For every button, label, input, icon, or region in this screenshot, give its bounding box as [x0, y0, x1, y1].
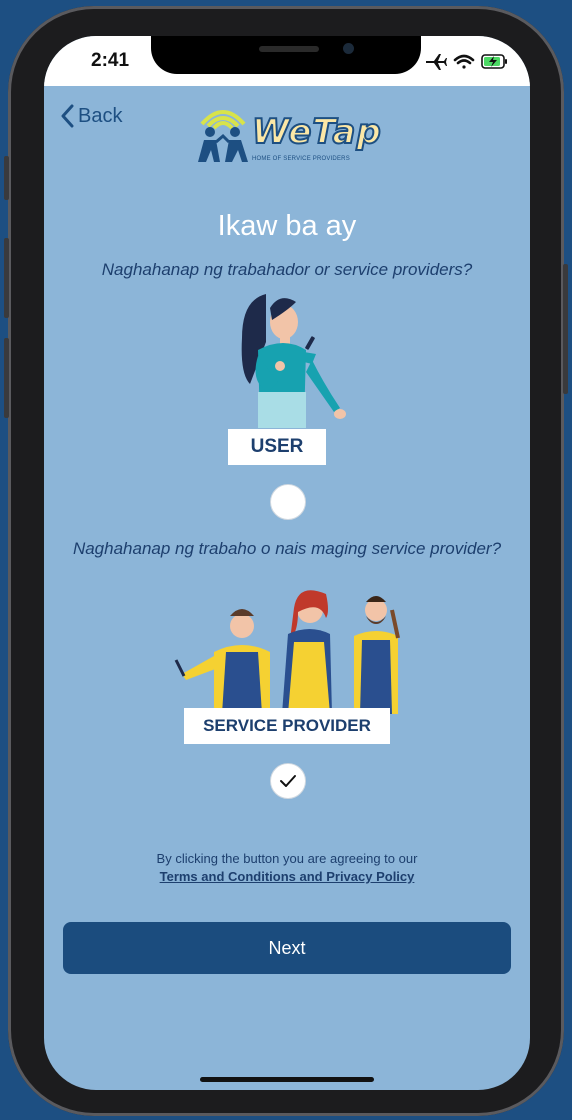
page-title: Ikaw ba ay	[217, 210, 357, 242]
service-provider-label: SERVICE PROVIDER	[184, 708, 390, 744]
status-icons	[426, 54, 507, 70]
volume-up-button	[4, 238, 9, 318]
user-radio[interactable]	[270, 484, 306, 520]
camera	[343, 43, 354, 54]
service-provider-question: Naghahanap ng trabaho o nais maging serv…	[72, 539, 502, 558]
terms-text: By clicking the button you are agreeing …	[156, 851, 418, 866]
checkmark-icon	[280, 775, 296, 787]
back-button[interactable]: Back	[60, 104, 122, 128]
battery-charging-icon	[481, 54, 507, 69]
home-indicator	[200, 1077, 374, 1082]
volume-down-button	[4, 338, 9, 418]
terms-link[interactable]: Terms and Conditions and Privacy Policy	[160, 869, 415, 884]
logo-mark-icon	[198, 110, 248, 162]
service-provider-illustration	[174, 590, 400, 714]
mute-switch	[4, 156, 9, 200]
status-time: 2:41	[91, 50, 130, 71]
terms-notice: By clicking the button you are agreeing …	[44, 850, 530, 886]
status-bar: 2:41	[44, 36, 530, 86]
user-question: Naghahanap ng trabahador or service prov…	[101, 260, 473, 279]
logo-wordmark: WeTap	[251, 111, 382, 153]
airplane-icon	[426, 54, 447, 70]
user-label: USER	[228, 429, 326, 465]
wetap-logo: WeTap HOME OF SERVICE PROVIDERS	[194, 100, 384, 170]
notch	[151, 36, 421, 74]
wifi-icon	[453, 54, 475, 69]
app-screen: 2:41 Back WeTap HOME OF SERVICE PROVIDER…	[44, 36, 530, 1090]
user-illustration	[241, 294, 346, 428]
speaker	[259, 46, 319, 52]
chevron-left-icon	[61, 104, 74, 128]
next-button[interactable]: Next	[63, 922, 511, 974]
service-provider-radio[interactable]	[270, 763, 306, 799]
power-button	[563, 264, 568, 394]
logo-tagline: HOME OF SERVICE PROVIDERS	[252, 156, 350, 162]
back-label: Back	[78, 104, 123, 127]
